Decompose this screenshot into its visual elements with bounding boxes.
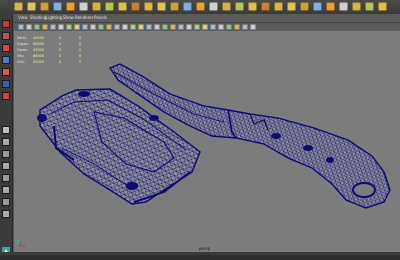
cone-icon[interactable] — [131, 2, 140, 11]
select-icon[interactable] — [14, 2, 23, 11]
model-wireframes — [37, 63, 391, 209]
cube-icon[interactable] — [105, 2, 114, 11]
uv-icon[interactable] — [352, 2, 361, 11]
camera-icon[interactable] — [170, 2, 179, 11]
perspective-viewport[interactable]: View Shading Lighting Show Renderer Pane… — [13, 14, 400, 252]
graph-icon[interactable] — [313, 2, 322, 11]
layout-script-icon[interactable] — [2, 210, 10, 218]
settings-icon[interactable] — [222, 2, 231, 11]
light-icon[interactable] — [183, 2, 192, 11]
cylinder-icon[interactable] — [118, 2, 127, 11]
hypershade-icon[interactable] — [339, 2, 348, 11]
rivet-icon — [78, 91, 90, 97]
shelf-toolbar — [0, 0, 400, 15]
rotate-icon[interactable] — [66, 2, 75, 11]
layout-outliner-icon[interactable] — [2, 162, 10, 170]
snap-curve-icon[interactable] — [248, 2, 257, 11]
rivet-icon — [126, 182, 138, 190]
lasso-icon[interactable] — [27, 2, 36, 11]
plane-icon[interactable] — [144, 2, 153, 11]
paint-tool-icon[interactable] — [2, 44, 10, 52]
key-icon[interactable] — [300, 2, 309, 11]
rotate-tool-icon[interactable] — [2, 68, 10, 76]
move-icon[interactable] — [53, 2, 62, 11]
help-icon[interactable] — [378, 2, 387, 11]
layout-four-icon[interactable] — [2, 138, 10, 146]
sphere-icon[interactable] — [92, 2, 101, 11]
torus-icon[interactable] — [157, 2, 166, 11]
magnet-icon[interactable] — [287, 2, 296, 11]
layout-custom-icon[interactable] — [2, 198, 10, 206]
maya-logo-icon — [1, 241, 11, 255]
handle-hole-icon — [303, 145, 313, 151]
paint-icon[interactable] — [40, 2, 49, 11]
snap-grid-icon[interactable] — [235, 2, 244, 11]
layout-hypershade-icon[interactable] — [2, 186, 10, 194]
select-tool-icon[interactable] — [2, 20, 10, 28]
maya-window: View Shading Lighting Show Renderer Pane… — [0, 0, 400, 255]
lanyard-hole-icon — [352, 182, 376, 198]
ipr-icon[interactable] — [209, 2, 218, 11]
scale-tool-icon[interactable] — [2, 80, 10, 88]
tool-box — [0, 14, 13, 255]
layout-two-icon[interactable] — [2, 150, 10, 158]
rivet-icon — [149, 115, 159, 121]
rivet-icon — [37, 114, 47, 122]
layout-graph-icon[interactable] — [2, 174, 10, 182]
script-icon[interactable] — [365, 2, 374, 11]
layout-single-icon[interactable] — [2, 126, 10, 134]
handle-hole-icon — [326, 157, 334, 163]
outliner-icon[interactable] — [326, 2, 335, 11]
manipulator-tool-icon[interactable] — [2, 92, 10, 100]
lasso-tool-icon[interactable] — [2, 32, 10, 40]
history-icon[interactable] — [274, 2, 283, 11]
camera-label: persp — [199, 246, 211, 251]
handle-hole-icon — [271, 133, 281, 139]
snap-point-icon[interactable] — [261, 2, 270, 11]
scale-icon[interactable] — [79, 2, 88, 11]
render-icon[interactable] — [196, 2, 205, 11]
axis-gizmo-icon — [17, 238, 26, 247]
move-tool-icon[interactable] — [2, 56, 10, 64]
